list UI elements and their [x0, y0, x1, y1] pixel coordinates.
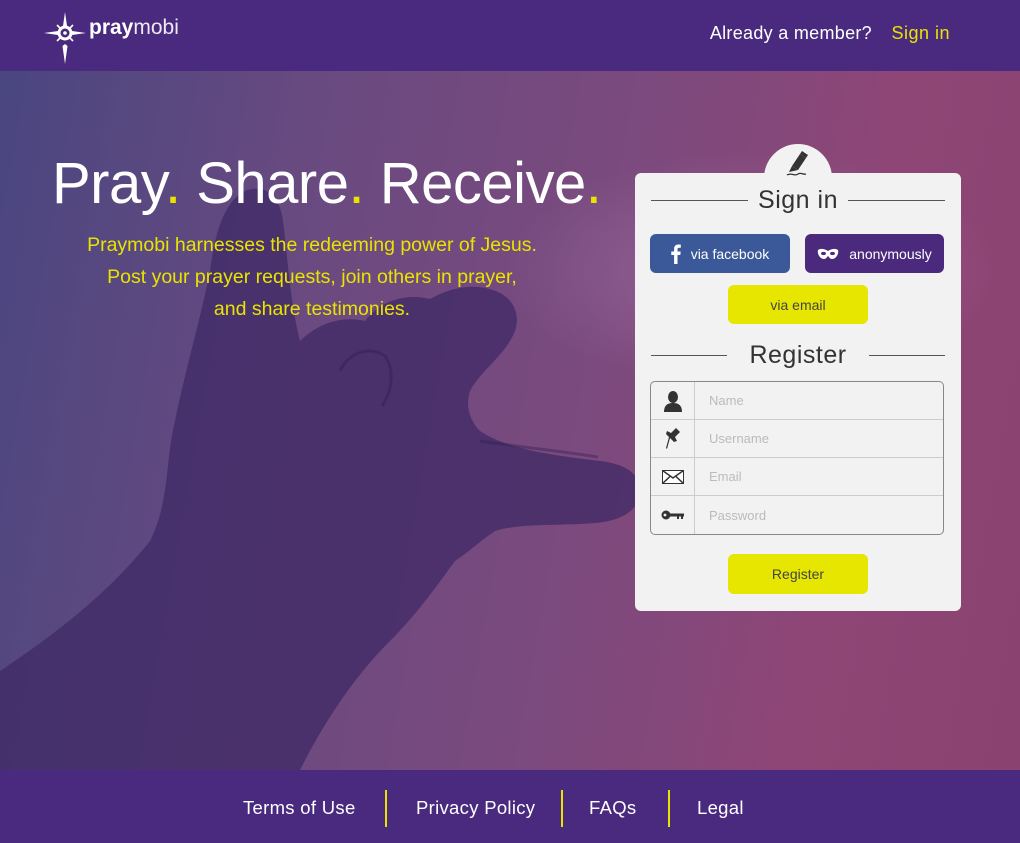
signin-anonymous-button[interactable]: anonymously [805, 234, 944, 273]
hero-description-line: and share testimonies. [213, 298, 411, 320]
tagline-receive: Receive [379, 151, 587, 216]
praymobi-logo[interactable]: praymobi [44, 12, 179, 64]
facebook-icon [670, 244, 681, 264]
footer-link-privacy[interactable]: Privacy Policy [416, 797, 535, 819]
signin-email-button[interactable]: via email [728, 285, 868, 324]
signin-facebook-button[interactable]: via facebook [650, 234, 790, 273]
name-input[interactable] [695, 382, 943, 419]
hero-tagline: Pray. Share. Receive. [52, 150, 602, 217]
envelope-icon [651, 458, 695, 495]
register-form [650, 381, 944, 535]
tagline-pray: Pray [52, 151, 165, 216]
email-button-label: via email [770, 296, 826, 313]
tagline-dot: . [585, 151, 602, 216]
hero-section: Pray. Share. Receive. Praymobi harnesses… [0, 71, 1020, 770]
mask-icon [817, 248, 839, 260]
register-heading: Register [749, 341, 847, 369]
divider-line [651, 355, 728, 356]
auth-card: Sign in via facebook anonymously via ema… [635, 144, 961, 611]
footer-separator [561, 790, 563, 827]
divider-line [868, 355, 945, 356]
email-input[interactable] [695, 458, 943, 495]
email-row [651, 458, 943, 496]
pin-icon [651, 420, 695, 457]
user-icon [651, 382, 695, 419]
facebook-button-label: via facebook [690, 245, 770, 262]
key-icon [651, 496, 695, 534]
footer-link-terms[interactable]: Terms of Use [243, 797, 356, 819]
password-row [651, 496, 943, 534]
username-input[interactable] [695, 420, 943, 457]
tagline-dot: . [348, 151, 365, 216]
header-signin-link[interactable]: Sign in [891, 23, 950, 44]
fountain-pen-icon [786, 151, 808, 176]
already-member-text: Already a member? [709, 23, 872, 43]
cross-logo-icon [44, 12, 86, 64]
register-heading-row: Register [651, 341, 945, 370]
username-row [651, 420, 943, 458]
register-button[interactable]: Register [728, 554, 868, 594]
footer-separator [385, 790, 387, 827]
top-header: praymobi Already a member? Sign in [0, 0, 1020, 71]
signin-heading-row: Sign in [651, 186, 946, 215]
name-row [651, 382, 943, 420]
logo-text-bold: pray [89, 16, 134, 39]
tagline-share: Share [196, 151, 349, 216]
tagline-dot: . [164, 151, 181, 216]
logo-wordmark: praymobi [89, 16, 179, 40]
signin-heading: Sign in [758, 186, 838, 214]
footer-link-legal[interactable]: Legal [697, 797, 744, 819]
hero-description: Praymobi harnesses the redeeming power o… [52, 229, 572, 325]
footer-link-faqs[interactable]: FAQs [589, 797, 636, 819]
divider-line [847, 200, 946, 201]
footer-separator [668, 790, 670, 827]
register-button-label: Register [771, 566, 825, 582]
hero-description-line: Praymobi harnesses the redeeming power o… [87, 234, 537, 256]
anonymous-button-label: anonymously [849, 245, 932, 262]
divider-line [651, 200, 749, 201]
logo-text-light: mobi [133, 16, 179, 39]
footer: Terms of Use Privacy Policy FAQs Legal [0, 770, 1020, 843]
hero-description-line: Post your prayer requests, join others i… [107, 266, 517, 288]
password-input[interactable] [695, 496, 943, 534]
